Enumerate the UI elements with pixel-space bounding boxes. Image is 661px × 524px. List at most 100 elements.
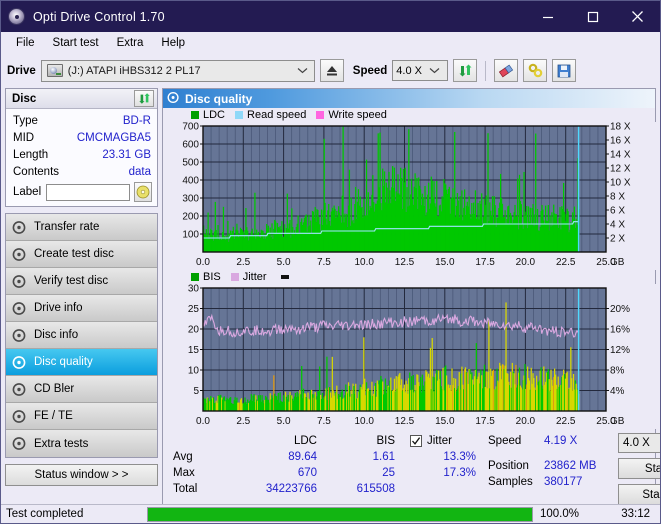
disc-refresh-button[interactable] xyxy=(134,90,154,107)
stats-total-bis: 615508 xyxy=(317,483,395,495)
jitter-max-value: 17.3% xyxy=(410,465,488,481)
svg-text:16 X: 16 X xyxy=(610,136,631,147)
panel-title: Disc quality xyxy=(180,92,252,106)
speed-select[interactable]: 4.0 X xyxy=(392,60,448,81)
stats-avg-bis: 1.61 xyxy=(317,451,395,463)
svg-text:22.5: 22.5 xyxy=(556,416,576,427)
jitter-checkbox[interactable] xyxy=(410,435,422,447)
svg-text:GB: GB xyxy=(610,257,625,268)
sidebar-item-drive-info[interactable]: Drive info xyxy=(6,295,157,322)
sidebar-item-create-test-disc[interactable]: Create test disc xyxy=(6,241,157,268)
svg-text:8%: 8% xyxy=(610,366,625,377)
disc-label-row: Label xyxy=(6,180,157,204)
sidebar-item-label: Verify test disc xyxy=(34,275,108,287)
svg-text:7.5: 7.5 xyxy=(317,416,331,427)
content-area: Disc quality LDC Read speed Write speed … xyxy=(162,88,656,504)
svg-text:10: 10 xyxy=(188,366,200,377)
sidebar-item-disc-quality[interactable]: Disc quality xyxy=(6,349,157,376)
sidebar-item-label: Drive info xyxy=(34,302,83,314)
disc-icon xyxy=(12,382,27,397)
svg-text:400: 400 xyxy=(182,176,199,187)
sidebar-item-label: Disc quality xyxy=(34,356,93,368)
disc-icon xyxy=(12,274,27,289)
title-bar: Opti Drive Control 1.70 xyxy=(1,1,660,32)
refresh-button[interactable] xyxy=(453,59,477,82)
sidebar-item-label: Transfer rate xyxy=(34,221,99,233)
legend-swatch-jitter xyxy=(231,273,239,281)
sidebar-item-fe-te[interactable]: FE / TE xyxy=(6,403,157,430)
chart1-legend: LDC Read speed Write speed xyxy=(163,108,655,122)
maximize-icon[interactable] xyxy=(570,1,615,32)
disc-contents-value: data xyxy=(129,166,151,178)
left-sidebar: Disc Type BD-R MID CMCMAGBA5 Len xyxy=(5,88,158,504)
menu-item-start-test[interactable]: Start test xyxy=(44,35,108,51)
bis-jitter-chart: 510152025304%8%12%16%20%0.02.55.07.510.0… xyxy=(163,284,655,429)
stats-header-row: LDC BIS xyxy=(163,433,410,449)
menu-item-help[interactable]: Help xyxy=(152,35,194,51)
start-part-button[interactable]: Start part xyxy=(618,484,660,504)
window-title: Opti Drive Control 1.70 xyxy=(33,10,165,24)
save-button[interactable] xyxy=(552,59,576,82)
test-speed-select[interactable]: 4.0 X xyxy=(618,433,660,453)
sidebar-item-disc-info[interactable]: Disc info xyxy=(6,322,157,349)
svg-text:17.5: 17.5 xyxy=(475,416,495,427)
disc-row-type: Type BD-R xyxy=(6,112,157,129)
eject-button[interactable] xyxy=(320,59,344,82)
table-row: Avg 89.64 1.61 xyxy=(163,449,410,465)
menu-item-extra[interactable]: Extra xyxy=(108,35,153,51)
action-buttons: 4.0 X Start full Start part xyxy=(618,433,660,504)
menu-bar: File Start test Extra Help xyxy=(1,32,660,53)
close-icon[interactable] xyxy=(615,1,660,32)
stats-row-label-total: Total xyxy=(163,483,225,495)
disc-icon xyxy=(12,247,27,262)
disc-icon xyxy=(12,409,27,424)
status-text: Test completed xyxy=(1,508,147,520)
drive-select[interactable]: (J:) ATAPI iHBS312 2 PL17 xyxy=(41,60,315,82)
jitter-toggle-row[interactable]: Jitter xyxy=(410,433,488,449)
disc-length-label: Length xyxy=(13,149,48,161)
samples-value: 380177 xyxy=(544,476,618,488)
disc-label-input[interactable] xyxy=(46,184,130,201)
disc-icon xyxy=(12,436,27,451)
stats-table: LDC BIS Avg 89.64 1.61 Max 670 25 xyxy=(163,433,410,504)
legend-label-read-speed: Read speed xyxy=(247,109,306,121)
disc-icon xyxy=(12,301,27,316)
start-full-button[interactable]: Start full xyxy=(618,458,660,479)
svg-text:700: 700 xyxy=(182,122,199,133)
svg-text:16%: 16% xyxy=(610,325,630,336)
disc-mid-label: MID xyxy=(13,132,34,144)
drive-toolbar: Drive (J:) ATAPI iHBS312 2 PL17 Speed 4.… xyxy=(1,53,660,88)
sidebar-item-cd-bler[interactable]: CD Bler xyxy=(6,376,157,403)
jitter-column: Jitter 13.3% 17.3% xyxy=(410,433,488,504)
svg-text:10.0: 10.0 xyxy=(354,257,374,268)
sidebar-item-label: Disc info xyxy=(34,329,78,341)
svg-text:2.5: 2.5 xyxy=(236,416,250,427)
sidebar-item-label: Create test disc xyxy=(34,248,114,260)
samples-row: Samples 380177 xyxy=(488,474,618,490)
test-speed-value: 4.0 X xyxy=(623,437,650,449)
disc-type-value: BD-R xyxy=(123,115,151,127)
svg-text:5.0: 5.0 xyxy=(277,416,291,427)
stats-row-label-avg: Avg xyxy=(163,451,225,463)
status-window-button[interactable]: Status window > > xyxy=(5,464,158,486)
svg-text:100: 100 xyxy=(182,230,199,241)
table-row: Total 34223766 615508 xyxy=(163,481,410,497)
svg-text:12 X: 12 X xyxy=(610,164,631,175)
legend-swatch-ldc xyxy=(191,111,199,119)
settings-button[interactable] xyxy=(523,59,547,82)
sidebar-item-extra-tests[interactable]: Extra tests xyxy=(6,430,157,457)
sidebar-item-verify-test-disc[interactable]: Verify test disc xyxy=(6,268,157,295)
stats-total-ldc: 34223766 xyxy=(225,483,317,495)
stats-col-ldc: LDC xyxy=(225,435,317,447)
jitter-avg-value: 13.3% xyxy=(410,449,488,465)
svg-text:5.0: 5.0 xyxy=(277,257,291,268)
chart2-marker-icon xyxy=(281,275,289,279)
disc-label-button[interactable] xyxy=(134,182,152,202)
erase-button[interactable] xyxy=(494,59,518,82)
sidebar-item-transfer-rate[interactable]: Transfer rate xyxy=(6,214,157,241)
minimize-icon[interactable] xyxy=(525,1,570,32)
sidebar-item-label: FE / TE xyxy=(34,410,73,422)
svg-text:GB: GB xyxy=(610,416,625,427)
menu-item-file[interactable]: File xyxy=(7,35,44,51)
toolbar-divider xyxy=(485,61,486,81)
